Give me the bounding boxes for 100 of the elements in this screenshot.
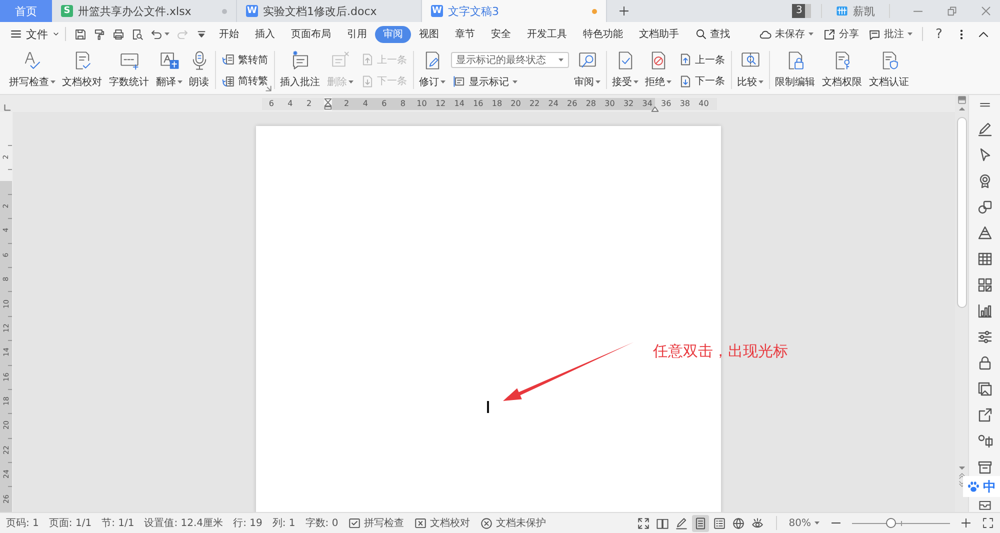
ribbon-tab[interactable]: 文档助手 — [631, 26, 687, 42]
table-icon[interactable] — [976, 251, 992, 267]
restore-icon[interactable] — [946, 5, 958, 17]
convert-button[interactable]: 繁转简 — [220, 50, 270, 70]
writing-mode-icon — [674, 516, 688, 530]
shapes-icon[interactable] — [976, 199, 992, 215]
protection-status-button[interactable]: 文档未保护 — [480, 516, 546, 530]
pen-icon[interactable] — [976, 121, 992, 137]
convert-icon — [222, 74, 235, 88]
fit-window-icon[interactable] — [982, 517, 994, 529]
ribbon-tab[interactable]: 安全 — [483, 26, 519, 42]
archive-icon[interactable] — [976, 459, 992, 475]
previous-page-icon[interactable] — [958, 472, 966, 480]
spell-check-button[interactable]: 拼写检查 — [348, 516, 404, 530]
key-document-button[interactable]: 文档权限 — [821, 48, 864, 92]
find-button[interactable]: 查找 — [695, 27, 730, 41]
translate-button[interactable]: 翻译 — [155, 48, 184, 92]
pyramid-icon[interactable] — [976, 225, 992, 241]
markup-view-dropdown[interactable]: 显示标记的最终状态 — [451, 52, 569, 68]
share-button[interactable]: 分享 — [823, 27, 859, 41]
bar-chart-icon[interactable] — [976, 303, 992, 319]
tab-count-badge[interactable]: 3 — [792, 4, 811, 18]
indent-marker-icon[interactable] — [324, 96, 332, 110]
review-button[interactable]: 审阅 — [573, 48, 602, 92]
next-icon — [679, 74, 692, 88]
plus-icon — [960, 517, 972, 529]
comment-button[interactable]: 批注 — [868, 27, 913, 41]
ribbon-tab[interactable]: 开始 — [211, 26, 247, 42]
input-method-indicator[interactable]: 中 — [963, 476, 1000, 497]
shield-document-button[interactable]: 文档认证 — [868, 48, 911, 92]
reject-button[interactable]: 拒绝 — [644, 48, 673, 92]
status-text: 页面: 1/1 — [48, 517, 92, 530]
slider-thumb[interactable] — [886, 518, 896, 528]
file-menu-button[interactable]: 文件 — [10, 26, 60, 42]
share-icon — [823, 28, 836, 40]
ribbon-tab[interactable]: 视图 — [411, 26, 447, 42]
ruler-number: 14 — [453, 98, 466, 110]
save-status-button[interactable]: 未保存 — [759, 27, 814, 41]
redo-icon — [176, 28, 189, 40]
ruler-number: 18 — [490, 98, 504, 110]
share-icon[interactable] — [976, 407, 992, 423]
ruler-number: 24 — [547, 98, 560, 110]
ribbon-tab[interactable]: 特色功能 — [575, 26, 631, 42]
convert-button[interactable]: 简转繁 — [220, 72, 270, 91]
document-tab[interactable]: W 文字文稿3 — [422, 0, 607, 22]
scrollbar-thumb[interactable] — [956, 117, 966, 308]
ruler-number: 26 — [566, 98, 578, 110]
dialog-launcher-icon[interactable] — [265, 85, 272, 92]
web-view-icon — [732, 516, 745, 530]
file-type-icon: W — [246, 5, 258, 17]
ribbon-tab[interactable]: 章节 — [447, 26, 483, 42]
account-button[interactable]: 薪凯 — [832, 4, 879, 18]
document-edit-button[interactable]: 修订 — [418, 48, 447, 92]
ruler-number: 6 — [268, 98, 275, 110]
translate-icon[interactable] — [976, 433, 992, 449]
ruler-number: 20 — [510, 98, 522, 110]
ribbon-tab[interactable]: 页面布局 — [283, 26, 339, 42]
sliders-icon[interactable] — [976, 329, 992, 345]
ribbon-tab[interactable]: 审阅 — [375, 26, 411, 42]
status-text: 设置值: 12.4厘米 — [144, 516, 224, 530]
add-comment-button[interactable]: 插入批注 — [279, 48, 322, 92]
word-count-button[interactable]: 字数统计 — [108, 48, 151, 92]
reading-mode-icon — [656, 516, 669, 530]
zoom-in-button[interactable] — [960, 517, 972, 529]
comment-icon — [868, 28, 881, 40]
previous-button[interactable]: 上一条 — [677, 50, 727, 70]
scroll-up-icon[interactable] — [958, 105, 966, 113]
next-button[interactable]: 下一条 — [677, 72, 727, 91]
lock-icon[interactable] — [976, 355, 992, 371]
close-icon[interactable] — [980, 5, 992, 17]
next-icon — [361, 74, 374, 88]
tab-stop-icon[interactable] — [3, 104, 11, 112]
help-button[interactable]: ? — [932, 26, 946, 42]
ruler-number: 4 — [286, 98, 294, 110]
ribbon-tab[interactable]: 引用 — [339, 26, 375, 42]
zoom-level-dropdown[interactable]: 80% — [788, 518, 820, 528]
ruler-number: 40 — [698, 98, 710, 110]
page-view-button[interactable] — [692, 514, 709, 532]
horizontal-ruler[interactable]: 6 4 2 2 4 6 8 10 12 14 16 18 20 22 24 26 28 30 32 34 36 38 40 — [262, 98, 717, 110]
gallery-icon[interactable] — [976, 381, 992, 397]
spell-check-button[interactable]: 拼写检查 — [8, 48, 57, 92]
compare-button[interactable]: 比较 — [736, 48, 765, 92]
scroll-down-icon[interactable] — [958, 464, 966, 472]
status-text: 字数: 0 — [305, 516, 338, 530]
lock-document-button[interactable]: 限制编辑 — [774, 48, 817, 92]
markup-button[interactable]: 显示标记 — [451, 72, 569, 91]
accept-button[interactable]: 接受 — [611, 48, 640, 92]
ruler-number: 2 — [305, 98, 313, 110]
proofread-button[interactable]: 文档校对 — [414, 516, 470, 530]
split-view-icon[interactable] — [956, 95, 966, 105]
document-check-button[interactable]: 文档校对 — [61, 48, 104, 92]
microphone-button[interactable]: 朗读 — [188, 48, 211, 92]
ruler-number: 4 — [362, 98, 369, 110]
ribbon-tab[interactable]: 插入 — [247, 26, 283, 42]
ribbon-tab[interactable]: 开发工具 — [519, 26, 575, 42]
plus-icon — [618, 5, 630, 17]
app-grid-icon[interactable] — [976, 277, 992, 293]
search-icon — [695, 28, 707, 40]
tray-icon[interactable] — [978, 498, 992, 512]
input-mode-label: 中 — [983, 478, 996, 496]
